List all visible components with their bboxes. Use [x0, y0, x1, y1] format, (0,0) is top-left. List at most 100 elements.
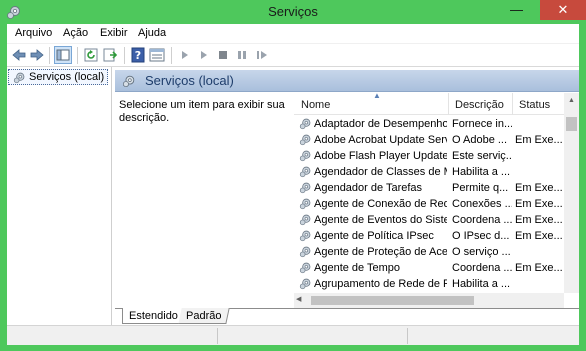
restart-service-icon[interactable] [254, 47, 270, 63]
service-name: Agendador de Classes de M... [314, 166, 447, 178]
tab-padrao[interactable]: Padrão [178, 308, 231, 324]
service-name: Adobe Acrobat Update Serv... [314, 134, 447, 146]
table-row[interactable]: Adobe Acrobat Update Serv... O Adobe ... E… [294, 132, 564, 148]
column-divider[interactable] [448, 93, 449, 115]
service-name: Agente de Eventos do Siste... [314, 214, 447, 226]
help-icon[interactable]: ? [130, 47, 146, 63]
service-description: O serviço ... [452, 246, 511, 258]
column-header-name[interactable]: Nome [301, 99, 330, 111]
tree-item-services-local[interactable]: Serviços (local) [8, 69, 109, 85]
refresh-icon[interactable] [83, 47, 99, 63]
services-list: ▲ Nome Descrição Status Adaptador de Des… [294, 93, 579, 308]
menu-bar: Arquivo Ação Exibir Ajuda [7, 24, 579, 43]
table-row[interactable]: Agendador de Tarefas Permite q... Em Exe..… [294, 180, 564, 196]
service-description: O IPsec d... [452, 230, 510, 242]
table-row[interactable]: Agente de Conexão de Rede Conexões ... Em … [294, 196, 564, 212]
services-gear-icon [13, 72, 25, 84]
toolbar-separator [124, 47, 125, 64]
properties-pane-icon[interactable] [149, 47, 165, 63]
table-row[interactable]: Agrupamento de Rede de Par Habilita a ... [294, 276, 564, 292]
table-row[interactable]: Agente de Tempo Coordena ... Em Exe... [294, 260, 564, 276]
service-description: O Adobe ... [452, 134, 508, 146]
service-name: Agente de Política IPsec [314, 230, 434, 242]
service-status: Em Exe... [515, 262, 563, 274]
service-gear-icon [299, 246, 311, 258]
table-row[interactable]: Agente de Eventos do Siste... Coordena ..… [294, 212, 564, 228]
service-description: Coordena ... [452, 262, 512, 274]
pane-title: Serviços (local) [145, 73, 234, 88]
service-description: Este serviç... [452, 150, 512, 162]
services-gear-icon [122, 75, 135, 88]
back-arrow-icon[interactable] [11, 47, 27, 63]
service-gear-icon [299, 182, 311, 194]
table-row[interactable]: Adaptador de Desempenho... Fornece in... [294, 116, 564, 132]
details-pane: Serviços (local) Selecione um item para … [115, 70, 579, 325]
service-status: Em Exe... [515, 214, 563, 226]
console-tree-icon[interactable] [54, 46, 72, 64]
service-description: Coordena ... [452, 214, 512, 226]
service-description: Fornece in... [452, 118, 512, 130]
column-header-status[interactable]: Status [519, 99, 550, 111]
sort-ascending-icon: ▲ [373, 93, 381, 100]
tab-label: Padrão [186, 310, 222, 322]
table-row[interactable]: Adobe Flash Player Update ... Este serviç… [294, 148, 564, 164]
window-title: Serviços [268, 4, 318, 19]
column-header-description[interactable]: Descrição [455, 99, 504, 111]
menu-acao[interactable]: Ação [63, 27, 88, 39]
service-gear-icon [299, 230, 311, 242]
table-row[interactable]: Agente de Proteção de Ace... O serviço ..… [294, 244, 564, 260]
start-service-alt-icon[interactable] [196, 47, 212, 63]
service-status: Em Exe... [515, 198, 563, 210]
table-row[interactable]: Agendador de Classes de M... Habilita a .… [294, 164, 564, 180]
toolbar-separator [49, 47, 50, 64]
vertical-scroll-thumb[interactable] [566, 117, 577, 131]
status-bar [7, 325, 579, 345]
close-button[interactable]: ✕ [540, 0, 586, 20]
service-status: Em Exe... [515, 134, 563, 146]
service-name: Agente de Conexão de Rede [314, 198, 447, 210]
service-gear-icon [299, 150, 311, 162]
service-status: Em Exe... [515, 182, 563, 194]
menu-exibir[interactable]: Exibir [100, 27, 128, 39]
pause-service-icon[interactable] [234, 47, 250, 63]
menu-arquivo[interactable]: Arquivo [15, 27, 52, 39]
toolbar-separator [171, 47, 172, 64]
menu-ajuda[interactable]: Ajuda [138, 27, 166, 39]
stop-service-icon[interactable] [215, 47, 231, 63]
title-bar[interactable]: Serviços — ✕ [0, 0, 586, 24]
service-name: Adaptador de Desempenho... [314, 118, 447, 130]
vertical-scrollbar[interactable]: ▲ [564, 93, 579, 293]
service-name: Agrupamento de Rede de Par [314, 278, 447, 290]
horizontal-scroll-thumb[interactable] [311, 296, 474, 305]
service-gear-icon [299, 278, 311, 290]
scroll-up-arrow-icon[interactable]: ▲ [564, 97, 579, 111]
status-separator [407, 328, 408, 344]
description-area: Selecione um item para exibir sua descri… [115, 93, 294, 308]
service-gear-icon [299, 214, 311, 226]
toolbar-separator [77, 47, 78, 64]
view-tabs: Estendido Padrão [115, 308, 579, 325]
start-service-icon[interactable] [177, 47, 193, 63]
tab-estendido[interactable]: Estendido [122, 308, 185, 324]
forward-arrow-icon[interactable] [29, 47, 45, 63]
minimize-button[interactable]: — [503, 0, 530, 20]
service-name: Agente de Tempo [314, 262, 401, 274]
service-name: Agente de Proteção de Ace... [314, 246, 447, 258]
service-name: Agendador de Tarefas [314, 182, 423, 194]
main-area: Serviços (local) Serviços (local) Seleci… [7, 67, 579, 325]
table-row[interactable]: Agente de Política IPsec O IPsec d... Em E… [294, 228, 564, 244]
services-window: Serviços — ✕ Arquivo Ação Exibir Ajuda ?… [0, 0, 586, 351]
service-name: Adobe Flash Player Update ... [314, 150, 447, 162]
scroll-left-arrow-icon[interactable]: ◀ [296, 295, 301, 303]
list-header: ▲ Nome Descrição Status [294, 93, 579, 115]
service-description: Conexões ... [452, 198, 512, 210]
service-description: Habilita a ... [452, 166, 511, 178]
status-separator [217, 328, 218, 344]
column-divider[interactable] [512, 93, 513, 115]
export-list-icon[interactable] [102, 47, 118, 63]
console-tree: Serviços (local) [7, 67, 112, 325]
horizontal-scrollbar[interactable]: ◀ [294, 293, 564, 308]
service-gear-icon [299, 134, 311, 146]
service-description: Permite q... [452, 182, 509, 194]
svg-text:?: ? [135, 49, 141, 62]
